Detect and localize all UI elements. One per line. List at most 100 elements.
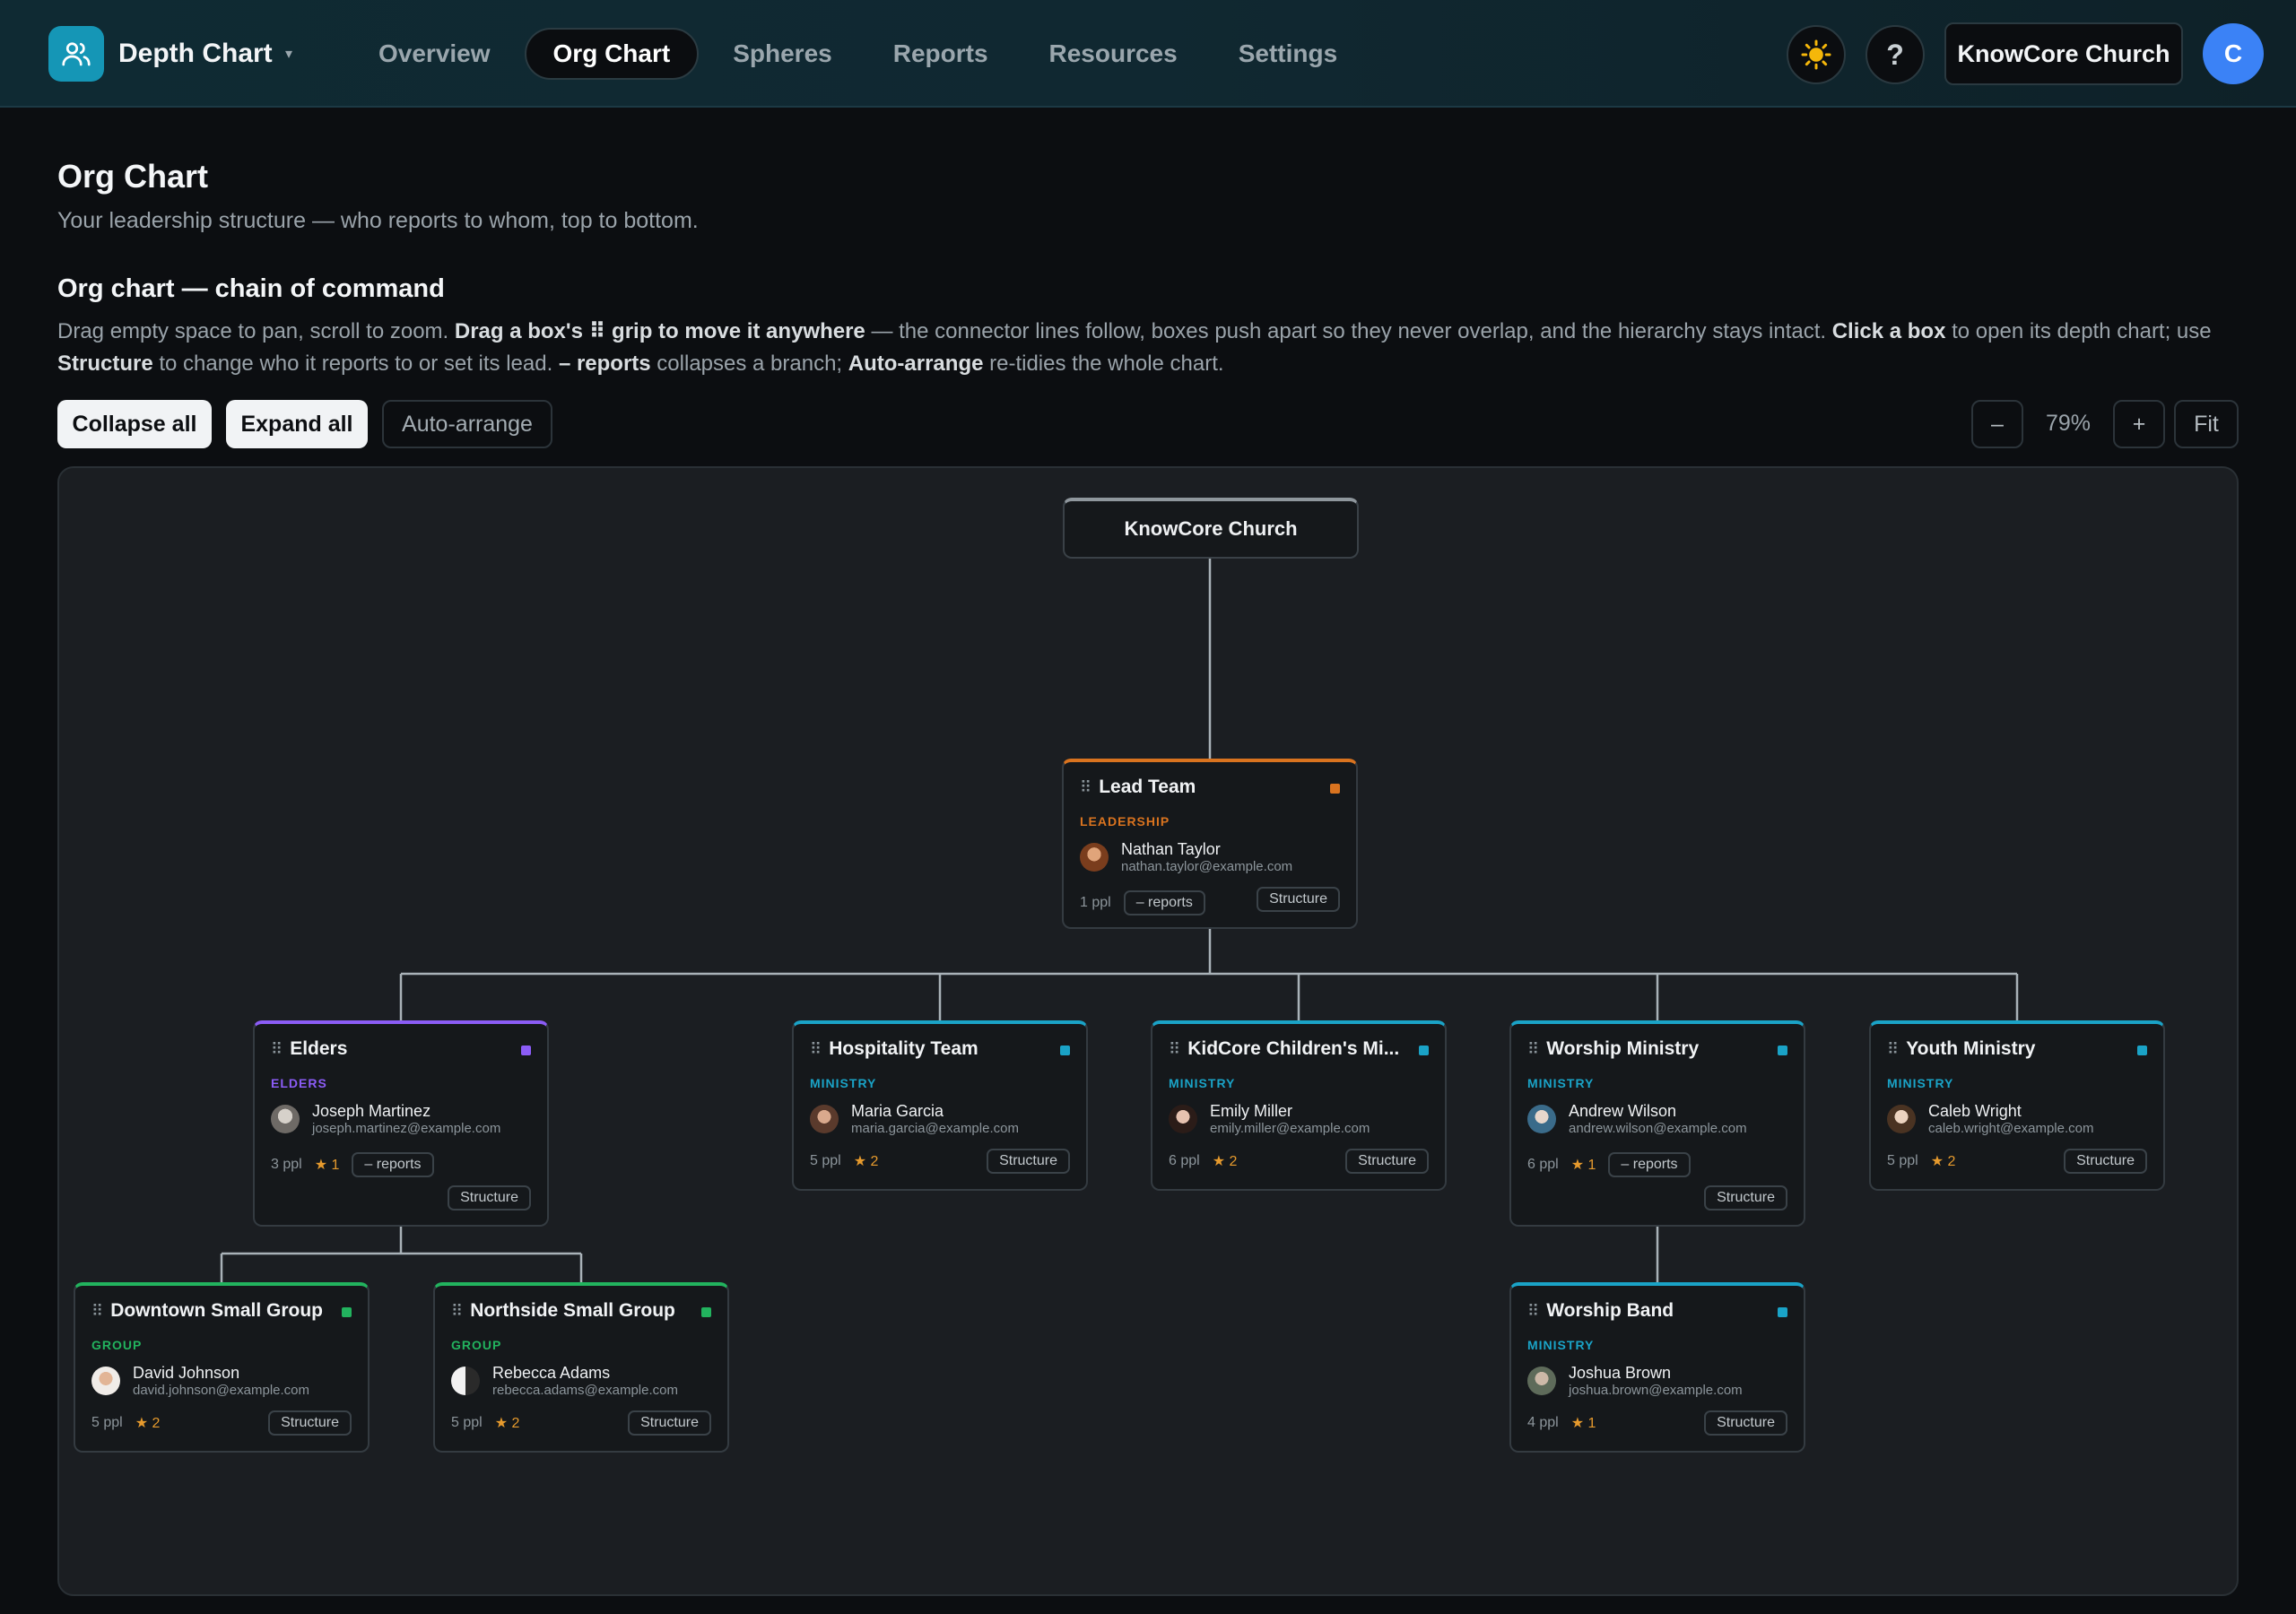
structure-button[interactable]: Structure [1704, 1185, 1787, 1210]
node-title: Hospitality Team [829, 1038, 978, 1059]
node-title: Downtown Small Group [110, 1300, 324, 1321]
root-node[interactable]: KnowCore Church [1063, 498, 1359, 559]
node-kind: GROUP [451, 1338, 502, 1352]
collapse-reports-button[interactable]: – reports [1608, 1152, 1691, 1177]
lead-name: Joshua Brown [1569, 1364, 1672, 1382]
people-count: 5 ppl [91, 1415, 123, 1430]
drag-grip-icon[interactable]: ⠿ [1080, 778, 1091, 797]
avatar [271, 1105, 300, 1133]
node-header: ⠿ Lead Team [1080, 777, 1196, 798]
structure-button[interactable]: Structure [1704, 1410, 1787, 1436]
lead-email: caleb.wright@example.com [1928, 1121, 2094, 1136]
lead-email: emily.miller@example.com [1210, 1121, 1370, 1136]
type-color-dot [1330, 784, 1340, 794]
collapse-reports-button[interactable]: – reports [1123, 890, 1205, 915]
people-count: 4 ppl [1527, 1415, 1559, 1430]
type-color-dot [701, 1307, 711, 1317]
node-hospitality-team[interactable]: ⠿ Hospitality Team MINISTRY Maria Garcia… [792, 1020, 1088, 1191]
avatar [1169, 1105, 1197, 1133]
node-header: ⠿ Worship Band [1527, 1300, 1674, 1322]
lead-name: David Johnson [133, 1364, 240, 1382]
node-meta: 6 ppl ★ 2 [1169, 1152, 1237, 1170]
type-color-dot [2137, 1046, 2147, 1055]
lead-name: Emily Miller [1210, 1102, 1292, 1120]
node-header: ⠿ KidCore Children's Mi... [1169, 1038, 1399, 1060]
drag-grip-icon[interactable]: ⠿ [1527, 1040, 1539, 1059]
node-title: Elders [290, 1038, 348, 1059]
type-color-dot [1060, 1046, 1070, 1055]
node-lead: Caleb Wright caleb.wright@example.com [1887, 1101, 2093, 1137]
type-color-dot [1419, 1046, 1429, 1055]
drag-grip-icon[interactable]: ⠿ [1887, 1040, 1899, 1059]
node-lead: Joseph Martinez joseph.martinez@example.… [271, 1101, 500, 1137]
avatar [451, 1367, 480, 1395]
lead-email: rebecca.adams@example.com [492, 1383, 678, 1398]
node-worship-band[interactable]: ⠿ Worship Band MINISTRY Joshua Brown jos… [1509, 1282, 1805, 1453]
node-elders[interactable]: ⠿ Elders ELDERS Joseph Martinez joseph.m… [253, 1020, 549, 1227]
node-lead: Joshua Brown joshua.brown@example.com [1527, 1363, 1743, 1399]
structure-button[interactable]: Structure [268, 1410, 352, 1436]
node-kind: MINISTRY [1169, 1076, 1236, 1090]
structure-button[interactable]: Structure [448, 1185, 531, 1210]
type-color-dot [342, 1307, 352, 1317]
star-count: ★ 1 [314, 1158, 340, 1173]
node-lead: Rebecca Adams rebecca.adams@example.com [451, 1363, 678, 1399]
lead-name: Maria Garcia [851, 1102, 944, 1120]
node-header: ⠿ Northside Small Group [451, 1300, 675, 1322]
star-count: ★ 2 [494, 1416, 520, 1431]
avatar [91, 1367, 120, 1395]
node-downtown-small-group[interactable]: ⠿ Downtown Small Group GROUP David Johns… [74, 1282, 370, 1453]
star-count: ★ 2 [1930, 1154, 1956, 1169]
node-title: Youth Ministry [1906, 1038, 2036, 1059]
node-lead: Maria Garcia maria.garcia@example.com [810, 1101, 1019, 1137]
node-kind: MINISTRY [1527, 1338, 1595, 1352]
drag-grip-icon[interactable]: ⠿ [1527, 1302, 1539, 1321]
drag-grip-icon[interactable]: ⠿ [271, 1040, 283, 1059]
structure-button[interactable]: Structure [987, 1149, 1070, 1174]
node-kind: GROUP [91, 1338, 143, 1352]
avatar [1887, 1105, 1916, 1133]
node-title: Northside Small Group [470, 1300, 675, 1321]
node-title: Worship Ministry [1546, 1038, 1700, 1059]
node-kind: ELDERS [271, 1076, 327, 1090]
drag-grip-icon[interactable]: ⠿ [810, 1040, 822, 1059]
drag-grip-icon[interactable]: ⠿ [451, 1302, 463, 1321]
lead-name: Caleb Wright [1928, 1102, 2022, 1120]
people-count: 6 ppl [1527, 1157, 1559, 1172]
node-worship-ministry[interactable]: ⠿ Worship Ministry MINISTRY Andrew Wilso… [1509, 1020, 1805, 1227]
structure-button[interactable]: Structure [1345, 1149, 1429, 1174]
node-meta: 5 ppl ★ 2 [1887, 1152, 1955, 1170]
node-kind: MINISTRY [810, 1076, 877, 1090]
people-count: 5 ppl [810, 1153, 841, 1168]
node-northside-small-group[interactable]: ⠿ Northside Small Group GROUP Rebecca Ad… [433, 1282, 729, 1453]
node-lead: Nathan Taylor nathan.taylor@example.com [1080, 839, 1292, 875]
node-meta: 5 ppl ★ 2 [451, 1414, 519, 1432]
node-lead: Andrew Wilson andrew.wilson@example.com [1527, 1101, 1747, 1137]
people-count: 1 ppl [1080, 895, 1111, 910]
star-count: ★ 2 [1212, 1154, 1238, 1169]
collapse-reports-button[interactable]: – reports [352, 1152, 434, 1177]
structure-button[interactable]: Structure [1257, 887, 1340, 912]
people-count: 5 ppl [1887, 1153, 1918, 1168]
avatar [1080, 843, 1109, 872]
structure-button[interactable]: Structure [628, 1410, 711, 1436]
node-kind: LEADERSHIP [1080, 814, 1170, 829]
drag-grip-icon[interactable]: ⠿ [91, 1302, 103, 1321]
node-lead-team[interactable]: ⠿ Lead Team LEADERSHIP Nathan Taylor nat… [1062, 759, 1358, 929]
node-title: Lead Team [1099, 777, 1196, 797]
lead-name: Joseph Martinez [312, 1102, 431, 1120]
lead-email: andrew.wilson@example.com [1569, 1121, 1747, 1136]
avatar [1527, 1367, 1556, 1395]
node-meta: 5 ppl ★ 2 [810, 1152, 878, 1170]
node-title: Worship Band [1546, 1300, 1674, 1321]
people-count: 6 ppl [1169, 1153, 1200, 1168]
node-youth-ministry[interactable]: ⠿ Youth Ministry MINISTRY Caleb Wright c… [1869, 1020, 2165, 1191]
lead-name: Nathan Taylor [1121, 840, 1221, 858]
avatar [810, 1105, 839, 1133]
node-lead: David Johnson david.johnson@example.com [91, 1363, 309, 1399]
node-header: ⠿ Youth Ministry [1887, 1038, 2035, 1060]
node-header: ⠿ Downtown Small Group [91, 1300, 323, 1322]
node-kidcore-childrens-ministry[interactable]: ⠿ KidCore Children's Mi... MINISTRY Emil… [1151, 1020, 1447, 1191]
drag-grip-icon[interactable]: ⠿ [1169, 1040, 1180, 1059]
structure-button[interactable]: Structure [2064, 1149, 2147, 1174]
